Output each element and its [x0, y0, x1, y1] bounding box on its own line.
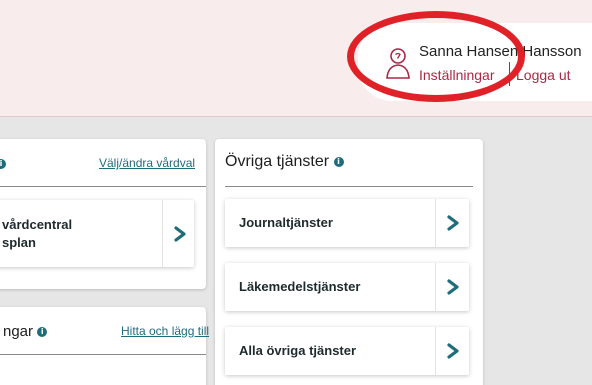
service-item-label: Journaltjänster: [239, 215, 333, 230]
service-item-label: Läkemedelstjänster: [239, 279, 361, 294]
other-services-card: Övriga tjänster i Journaltjänster Läkeme…: [215, 139, 483, 385]
card-header: ngar i Hitta och lägg till: [0, 307, 209, 355]
care-center-label-line2: splan: [2, 235, 36, 250]
service-item[interactable]: Journaltjänster: [225, 199, 469, 247]
user-name: Sanna Hansen Hansson: [419, 43, 582, 60]
chevron-right-icon: [447, 215, 459, 231]
chevron-area: [435, 263, 469, 311]
info-icon[interactable]: i: [333, 156, 344, 167]
care-choice-card: i Välj/ändra vårdval vårdcentral splan: [0, 139, 206, 289]
info-icon[interactable]: i: [37, 327, 48, 338]
chevron-area: [162, 200, 194, 267]
service-item[interactable]: Läkemedelstjänster: [225, 263, 469, 311]
service-item-label: Alla övriga tjänster: [239, 343, 357, 358]
card-title-text: Övriga tjänster: [225, 153, 330, 170]
card-title: Övriga tjänster i: [225, 153, 344, 171]
service-item[interactable]: Alla övriga tjänster: [225, 327, 469, 375]
user-icon: [386, 48, 410, 79]
header: Sanna Hansen Hansson Inställningar Logga…: [0, 0, 592, 117]
card-title-text: ngar: [3, 323, 34, 340]
services-card: ngar i Hitta och lägg till: [0, 307, 209, 385]
change-care-choice-link[interactable]: Välj/ändra vårdval: [99, 156, 195, 170]
settings-link[interactable]: Inställningar: [419, 67, 495, 83]
chevron-area: [435, 199, 469, 247]
chevron-right-icon: [174, 225, 186, 242]
card-header: i Välj/ändra vårdval: [0, 139, 206, 187]
chevron-right-icon: [447, 279, 459, 295]
link-divider: [509, 62, 510, 86]
chevron-area: [435, 327, 469, 375]
find-and-add-link[interactable]: Hitta och lägg till: [121, 324, 209, 338]
chevron-right-icon: [447, 343, 459, 359]
card-header: Övriga tjänster i: [225, 139, 473, 187]
care-center-item[interactable]: vårdcentral splan: [0, 200, 194, 267]
user-panel: Sanna Hansen Hansson Inställningar Logga…: [358, 23, 592, 101]
care-center-label-line1: vårdcentral: [2, 217, 73, 232]
logout-link[interactable]: Logga ut: [516, 67, 571, 83]
info-icon[interactable]: i: [0, 159, 6, 169]
card-title: ngar i: [3, 323, 48, 340]
